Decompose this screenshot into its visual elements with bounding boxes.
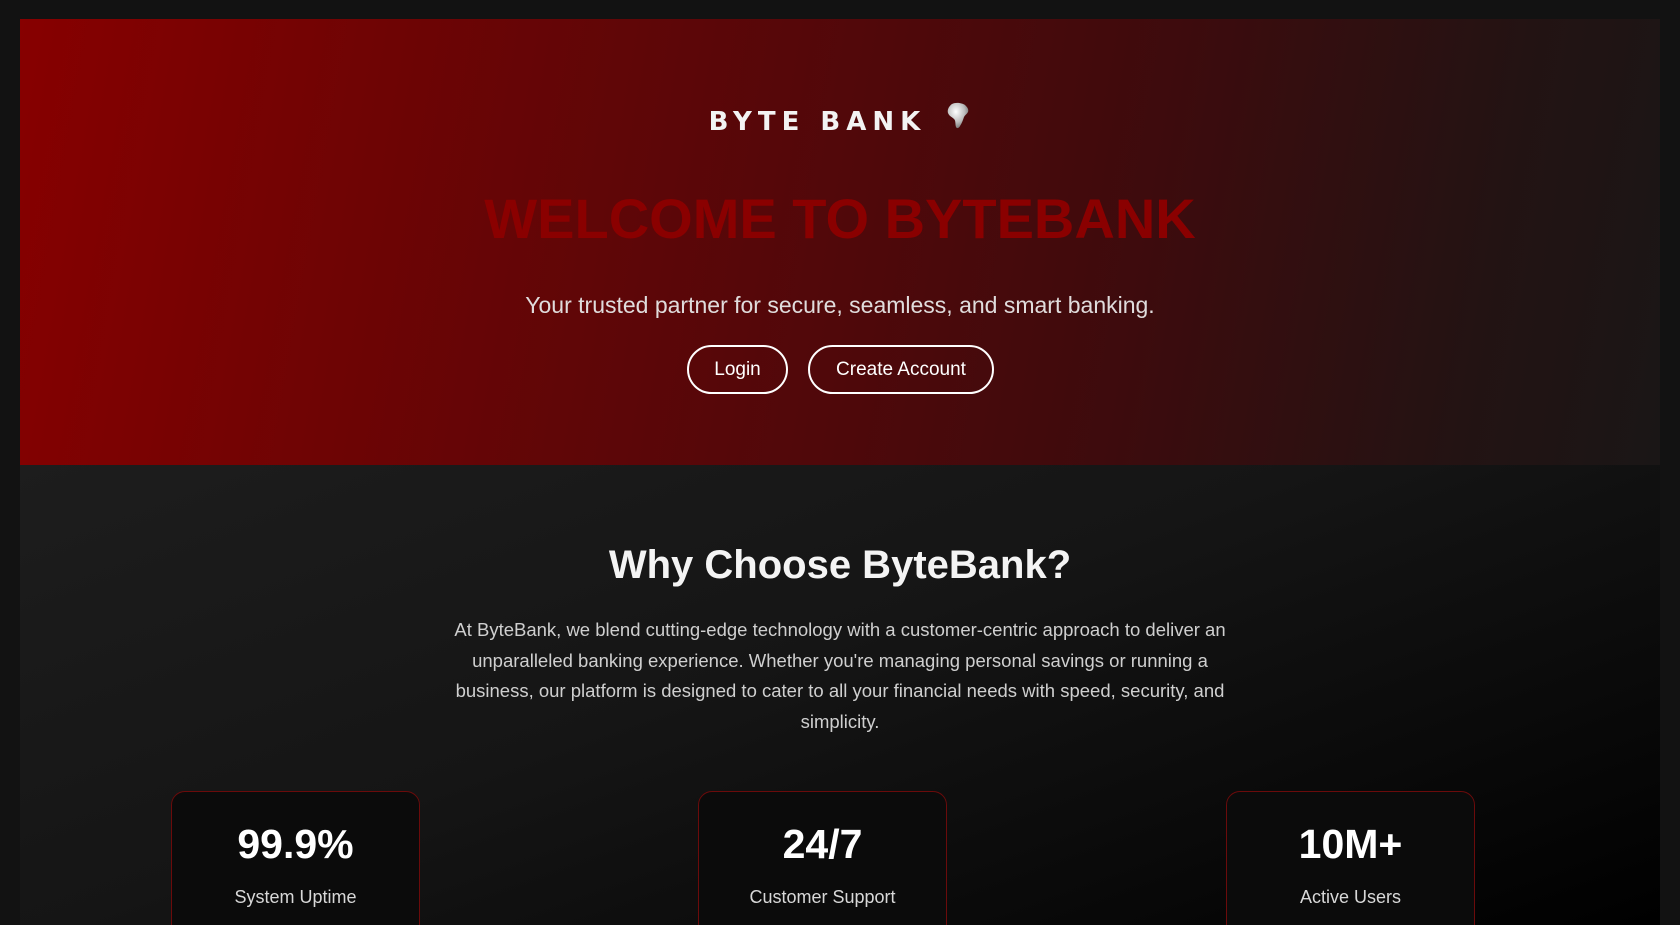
logo-text: BYTE BANK (708, 107, 927, 137)
logo[interactable]: BYTE BANK (20, 102, 1660, 138)
stat-value: 10M+ (1298, 821, 1403, 867)
stat-card-users: 10M+ Active Users (1226, 791, 1475, 925)
login-button[interactable]: Login (687, 345, 788, 394)
stat-value: 99.9% (237, 821, 354, 867)
stat-card-uptime: 99.9% System Uptime (171, 791, 420, 925)
features-description: At ByteBank, we blend cutting-edge techn… (454, 619, 1226, 732)
page-frame: BYTE BANK WELCOME TO BYTEBANK Your trust… (20, 19, 1660, 925)
stat-label: System Uptime (234, 887, 357, 907)
stat-label: Customer Support (749, 887, 896, 907)
hero-title: WELCOME TO BYTEBANK (484, 187, 1196, 250)
hero-subtitle: Your trusted partner for secure, seamles… (525, 292, 1155, 318)
features-section: Why Choose ByteBank? At ByteBank, we ble… (20, 465, 1660, 925)
africa-globe-icon (945, 101, 971, 138)
create-account-button[interactable]: Create Account (808, 345, 994, 394)
stat-value: 24/7 (782, 821, 863, 867)
features-title: Why Choose ByteBank? (608, 543, 1072, 587)
stat-card-support: 24/7 Customer Support (698, 791, 947, 925)
hero-section: BYTE BANK WELCOME TO BYTEBANK Your trust… (20, 19, 1660, 465)
stat-label: Active Users (1299, 887, 1402, 907)
